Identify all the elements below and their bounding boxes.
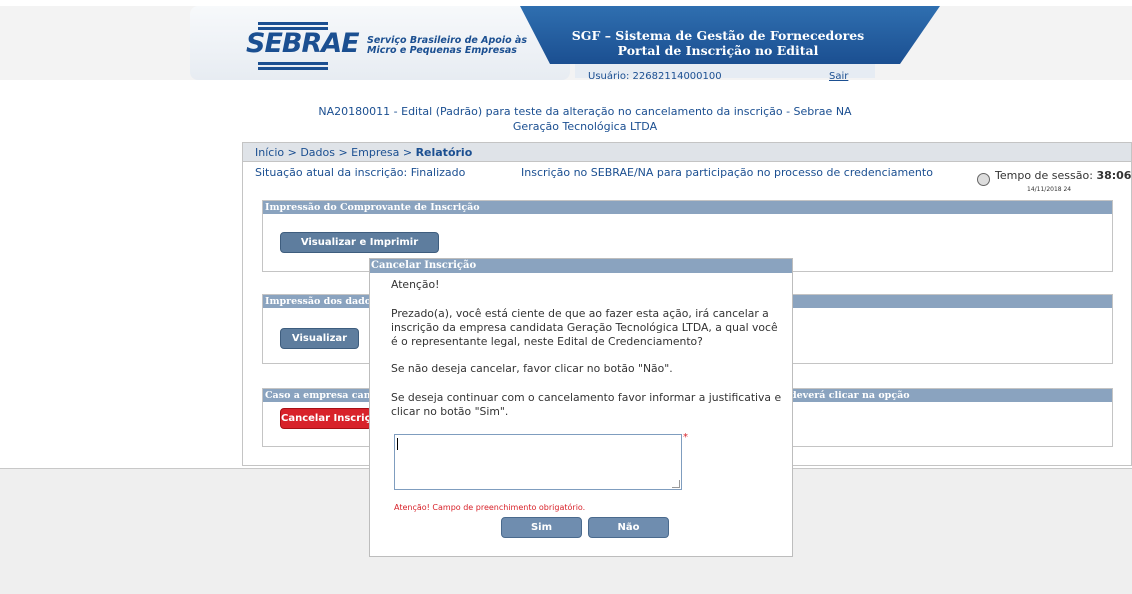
status-description: Inscrição no SEBRAE/NA para participação… bbox=[521, 166, 933, 179]
session-timestamp: 14/11/2018 24 bbox=[1027, 186, 1072, 193]
logo-subtitle: Serviço Brasileiro de Apoio às Micro e P… bbox=[367, 36, 527, 56]
breadcrumb: Início > Dados > Empresa > Relatório bbox=[243, 143, 1131, 162]
edital-title: NA20180011 - Edital (Padrão) para teste … bbox=[318, 105, 852, 118]
session-label: Tempo de sessão: bbox=[995, 169, 1093, 182]
confirmation-message: Prezado(a), você está ciente de que ao f… bbox=[391, 307, 778, 348]
yes-button[interactable]: Sim bbox=[501, 517, 582, 538]
site-header: SEBRAE Serviço Brasileiro de Apoio às Mi… bbox=[0, 0, 1132, 86]
logout-link[interactable]: Sair bbox=[829, 71, 848, 82]
system-title: SGF – Sistema de Gestão de Fornecedores bbox=[571, 28, 865, 43]
dialog-title: Cancelar Inscrição bbox=[370, 259, 792, 273]
breadcrumb-path: Início > Dados > Empresa > Relatório bbox=[255, 146, 472, 159]
dialog-body: Atenção! Prezado(a), você está ciente de… bbox=[370, 273, 792, 556]
cancel-registration-dialog: Cancelar Inscrição Atenção! Prezado(a), … bbox=[369, 258, 793, 557]
session-time: 38:06 bbox=[1096, 169, 1132, 182]
portal-title: Portal de Inscrição no Edital bbox=[617, 43, 819, 58]
view-button[interactable]: Visualizar bbox=[280, 328, 359, 349]
breadcrumb-current: Relatório bbox=[415, 146, 473, 159]
cancel-registration-button[interactable]: Cancelar Inscriçã bbox=[280, 408, 372, 429]
status-label: Situação atual da inscrição: Finalizado bbox=[255, 166, 466, 179]
logo-text: SEBRAE bbox=[246, 28, 360, 59]
yes-instruction: Se deseja continuar com o cancelamento f… bbox=[391, 391, 782, 418]
required-warning: Atenção! Campo de preenchimento obrigató… bbox=[394, 503, 586, 512]
justification-textarea[interactable] bbox=[394, 434, 682, 490]
attention-text: Atenção! bbox=[391, 278, 440, 291]
view-print-button[interactable]: Visualizar e Imprimir Inscrição bbox=[280, 232, 439, 267]
section-title: Impressão do Comprovante de Inscrição bbox=[263, 201, 1112, 214]
breadcrumb-trail: Início > Dados > Empresa > bbox=[255, 146, 416, 159]
section-title-end: deverá clicar na opção bbox=[790, 390, 910, 401]
text-caret bbox=[397, 438, 398, 450]
required-marker: * bbox=[683, 432, 688, 443]
no-instruction: Se não deseja cancelar, favor clicar no … bbox=[391, 362, 673, 375]
company-name: Geração Tecnológica LTDA bbox=[512, 120, 658, 133]
resize-grip-icon[interactable] bbox=[672, 480, 680, 488]
session-timer: Tempo de sessão: 38:06 bbox=[981, 169, 1131, 182]
user-label: Usuário: 22682114000100 bbox=[588, 71, 722, 82]
no-button[interactable]: Não bbox=[588, 517, 669, 538]
logo-subtitle-line2: Micro e Pequenas Empresas bbox=[367, 45, 517, 56]
